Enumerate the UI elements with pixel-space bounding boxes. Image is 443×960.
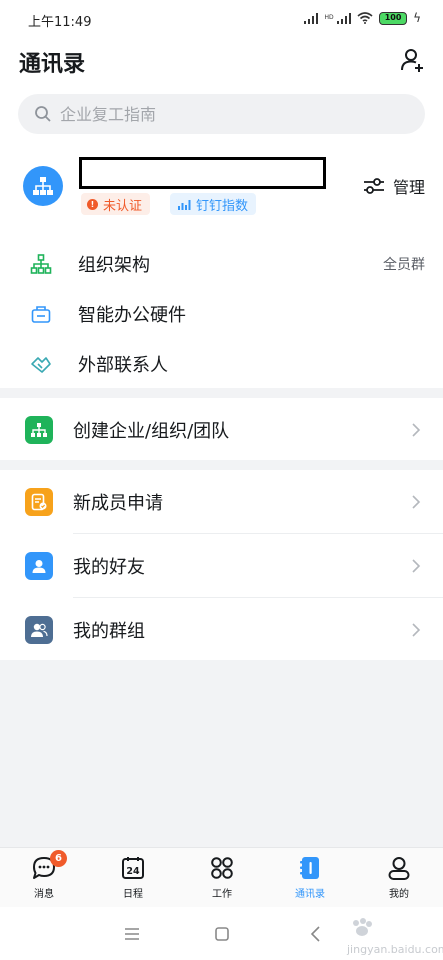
bar-chart-icon	[178, 199, 191, 210]
signal-icon-2	[336, 12, 352, 24]
my-groups-label: 我的群组	[73, 620, 145, 642]
work-grid-icon	[211, 857, 233, 879]
manage-button[interactable]: 管理	[363, 174, 425, 198]
org-links: 组织架构 全员群 智能办公硬件 外部联系人	[0, 228, 443, 388]
tab-calendar[interactable]: 24 日程	[103, 854, 163, 906]
watermark-logo: jingyan.baidu.com	[347, 915, 443, 956]
org-card[interactable]: ! 未认证 钉钉指数 管理	[0, 148, 443, 228]
link-external-contacts[interactable]: 外部联系人	[0, 340, 443, 388]
tab-contacts[interactable]: 通讯录	[280, 854, 340, 906]
back-icon[interactable]	[306, 924, 326, 944]
link-label: 外部联系人	[78, 355, 168, 376]
all-staff-group-link[interactable]: 全员群	[383, 254, 425, 274]
new-member-label: 新成员申请	[73, 492, 163, 514]
tab-label: 消息	[34, 889, 54, 900]
status-bar: 上午11:49 HD 100 ϟ	[0, 0, 443, 38]
warning-icon: !	[87, 198, 98, 210]
org-chart-icon	[30, 254, 52, 274]
my-friends-label: 我的好友	[73, 556, 145, 578]
tab-label: 通讯录	[295, 889, 325, 900]
tab-bar: 6 消息 24 日程 工作 通讯录 我的	[0, 847, 443, 907]
charging-icon: ϟ	[413, 11, 421, 25]
device-icon	[31, 306, 51, 323]
search-icon	[35, 106, 51, 122]
org-chart-icon	[33, 177, 53, 195]
paw-logo-icon	[353, 918, 372, 936]
hd-icon: HD	[324, 14, 334, 21]
search-input[interactable]	[60, 103, 400, 125]
org-avatar	[23, 166, 63, 206]
status-time: 上午11:49	[28, 15, 92, 30]
dingtalk-index-label: 钉钉指数	[196, 198, 249, 214]
create-org-row[interactable]: 创建企业/组织/团队	[0, 398, 443, 461]
settings-sliders-icon	[363, 178, 384, 194]
my-groups-row[interactable]: 我的群组	[0, 598, 443, 661]
chevron-right-icon	[412, 494, 421, 509]
new-member-icon	[25, 487, 53, 516]
link-smart-hardware[interactable]: 智能办公硬件	[0, 290, 443, 338]
lists-section: 新成员申请 我的好友 我的群组	[0, 470, 443, 660]
org-create-icon	[25, 415, 53, 444]
chevron-right-icon	[412, 558, 421, 573]
tab-profile[interactable]: 我的	[369, 854, 429, 906]
chevron-right-icon	[412, 422, 421, 437]
unverified-badge[interactable]: ! 未认证	[81, 193, 151, 215]
link-label: 组织架构	[78, 255, 150, 276]
system-nav-bar: jingyan.baidu.com	[0, 907, 443, 960]
calendar-date: 24	[126, 866, 140, 877]
battery-icon: 100	[379, 11, 408, 25]
group-icon	[25, 615, 53, 644]
watermark-text: jingyan.baidu.com	[347, 943, 443, 956]
tab-label: 工作	[212, 889, 232, 900]
search-box[interactable]	[18, 94, 425, 134]
wifi-icon	[357, 12, 373, 24]
contacts-icon	[300, 857, 319, 879]
org-name-redacted	[79, 157, 326, 189]
signal-icon	[303, 12, 319, 24]
create-org-label: 创建企业/组织/团队	[73, 420, 230, 442]
new-member-row[interactable]: 新成员申请	[0, 470, 443, 533]
tab-label: 日程	[123, 889, 143, 900]
tab-label: 我的	[389, 889, 409, 900]
friend-icon	[25, 551, 53, 580]
add-contact-icon[interactable]	[399, 46, 427, 74]
header: 通讯录	[0, 38, 443, 86]
dingtalk-index-badge[interactable]: 钉钉指数	[170, 193, 257, 215]
chevron-right-icon	[412, 622, 421, 637]
unverified-label: 未认证	[103, 198, 143, 214]
tab-work[interactable]: 工作	[192, 854, 252, 906]
my-friends-row[interactable]: 我的好友	[0, 534, 443, 597]
page-title: 通讯录	[19, 52, 86, 77]
status-icons: HD 100 ϟ	[303, 11, 421, 25]
home-icon[interactable]	[212, 924, 232, 944]
tab-messages[interactable]: 6 消息	[14, 850, 74, 906]
calendar-icon: 24	[122, 857, 144, 879]
menu-icon[interactable]	[122, 924, 142, 944]
unread-badge: 6	[50, 850, 67, 867]
search-section	[0, 86, 443, 148]
profile-icon	[388, 857, 410, 880]
manage-label: 管理	[392, 178, 425, 197]
link-org-structure[interactable]: 组织架构 全员群	[0, 240, 443, 288]
link-label: 智能办公硬件	[78, 305, 186, 326]
handshake-icon	[31, 357, 51, 373]
create-section: 创建企业/组织/团队	[0, 398, 443, 460]
